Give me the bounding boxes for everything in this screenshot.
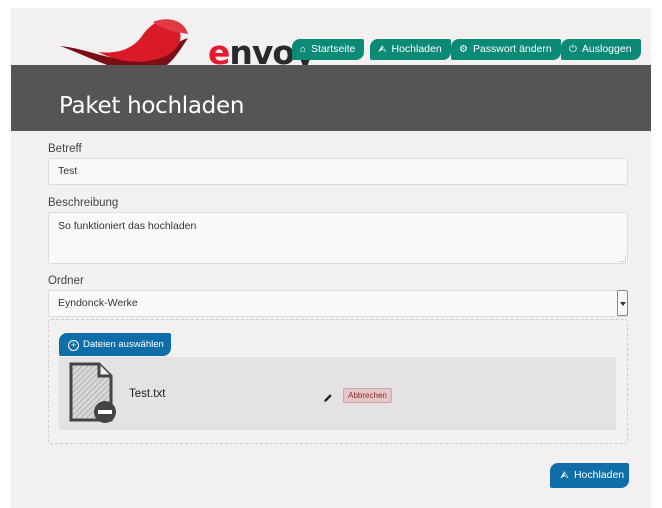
nav-ausloggen-button[interactable]: ⏻ Ausloggen [561,39,641,60]
upload-icon: ⮙ [378,44,387,55]
cancel-upload-button[interactable]: Abbrechen [343,388,392,403]
folder-label: Ordner [48,275,84,287]
nav-startseite-label: Startseite [311,43,356,55]
description-textarea[interactable]: So funktioniert das hochladen [48,212,628,264]
file-name: Test.txt [129,388,166,400]
power-icon: ⏻ [569,44,577,55]
nav-passwort-label: Passwort ändern [472,43,552,55]
choose-files-button[interactable]: + Dateien auswählen [59,333,171,356]
file-list-item: Test.txt Abbrechen [59,357,616,430]
page-header-band: Paket hochladen [11,65,651,131]
page-title: Paket hochladen [59,93,245,119]
folder-selected-value: Eyndonck-Werke [58,297,138,309]
file-icon [69,362,116,423]
subject-input[interactable]: Test [48,158,628,185]
nav-hochladen-button[interactable]: ⮙ Hochladen [370,39,451,60]
resize-handle-icon[interactable] [619,255,626,262]
folder-select[interactable]: Eyndonck-Werke [48,290,628,317]
plus-circle-icon: + [68,340,79,351]
nav-startseite-button[interactable]: ⌂ Startseite [292,39,365,60]
pencil-icon[interactable] [323,393,333,403]
upload-icon: ⮙ [560,469,569,481]
home-icon: ⌂ [300,44,307,55]
nav-hochladen-label: Hochladen [391,43,442,55]
chevron-down-icon[interactable] [617,290,628,316]
gear-icon: ⚙ [459,44,468,55]
description-text: So funktioniert das hochladen [58,220,197,232]
upload-button[interactable]: ⮙ Hochladen [550,463,629,488]
choose-files-label: Dateien auswählen [83,339,164,350]
nav-ausloggen-label: Ausloggen [581,43,632,55]
description-label: Beschreibung [48,197,119,209]
subject-label: Betreff [48,143,82,155]
nav-passwort-button[interactable]: ⚙ Passwort ändern [451,39,561,60]
upload-button-label: Hochladen [573,469,625,481]
